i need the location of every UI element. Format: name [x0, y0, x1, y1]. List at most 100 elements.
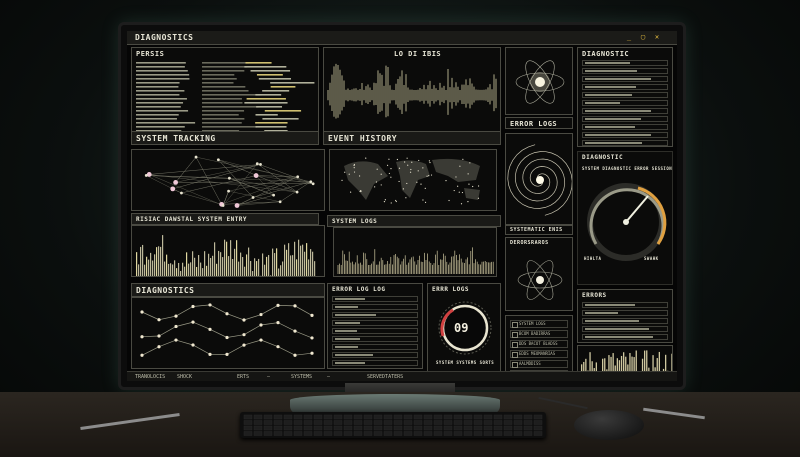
- error-log-row[interactable]: [332, 328, 418, 334]
- status-row[interactable]: AALMDDISS: [510, 360, 568, 368]
- error-log-row[interactable]: [332, 312, 418, 318]
- error-logs-top-title: ERROR LOGS: [510, 120, 558, 128]
- mouse[interactable]: [574, 410, 644, 440]
- error-log-row[interactable]: [332, 336, 418, 342]
- close-button[interactable]: ✕: [653, 33, 661, 41]
- log-line: [136, 114, 179, 116]
- keyboard-key: [303, 425, 313, 431]
- keyboard-key: [253, 431, 263, 436]
- network-node: [311, 182, 315, 186]
- system-tracking-header: SYSTEM TRACKING: [131, 131, 319, 145]
- map-dot: [405, 197, 407, 199]
- diagnostic-bar: [178, 262, 180, 276]
- keyboard-key: [493, 420, 503, 425]
- keyboard-key: [323, 431, 333, 436]
- map-dot: [457, 185, 459, 187]
- keyboard-key: [523, 420, 533, 425]
- error-row[interactable]: [582, 310, 668, 316]
- minimize-button[interactable]: _: [625, 33, 633, 41]
- keyboard-key: [273, 431, 283, 436]
- diagnostic-row[interactable]: [582, 68, 668, 74]
- diagnostic-point: [225, 335, 229, 340]
- keyboard-key: [333, 431, 343, 436]
- taskbar-item-1[interactable]: TRANOLOCIS: [135, 374, 165, 380]
- diagnostic-bar: [220, 252, 222, 276]
- error-log-row[interactable]: [332, 304, 418, 310]
- diagnostic-point: [174, 314, 178, 318]
- diagnostic-point: [174, 338, 178, 342]
- map-dot: [461, 191, 464, 194]
- diagnostic-row[interactable]: [582, 124, 668, 130]
- taskbar-item-6[interactable]: —: [327, 374, 330, 380]
- keyboard-key: [313, 420, 323, 425]
- diagnostic-bar: [294, 241, 296, 276]
- status-checkbox[interactable]: [512, 352, 518, 358]
- error-row[interactable]: [582, 318, 668, 324]
- diagnostic-row[interactable]: [582, 116, 668, 122]
- keyboard-key: [343, 414, 353, 420]
- diagnostic-row[interactable]: [582, 100, 668, 106]
- diagnostic-bar: [214, 242, 216, 276]
- diagnostic-row[interactable]: [582, 108, 668, 114]
- spiral-caption: SYSTEMATIC ENIS: [510, 227, 563, 233]
- error-row[interactable]: [582, 334, 668, 340]
- keyboard[interactable]: [240, 412, 546, 438]
- diagnostic-row[interactable]: [582, 92, 668, 98]
- error-row[interactable]: [582, 302, 668, 308]
- diagnostic-point: [242, 343, 246, 347]
- diagnostic-bar: [166, 254, 168, 276]
- network-node: [170, 186, 176, 192]
- maximize-button[interactable]: ▢: [639, 33, 647, 41]
- keyboard-key: [503, 431, 513, 436]
- taskbar-item-2[interactable]: SHOCK: [177, 374, 192, 380]
- keyboard-key: [503, 425, 513, 431]
- diagnostic-row[interactable]: [582, 84, 668, 90]
- network-link: [175, 182, 314, 184]
- keyboard-key: [483, 431, 493, 436]
- taskbar-item-3[interactable]: ERTS: [237, 374, 249, 380]
- diagnostic-bar: [174, 260, 176, 276]
- diagnostic-row[interactable]: [582, 60, 668, 66]
- status-row[interactable]: SYSTEM LOGS: [510, 320, 568, 328]
- status-checkbox[interactable]: [512, 322, 518, 328]
- diagnostic-point: [140, 353, 144, 357]
- taskbar-item-5[interactable]: SYSTEMS: [291, 374, 312, 380]
- status-checkbox[interactable]: [512, 332, 518, 338]
- error-log-row[interactable]: [332, 296, 418, 302]
- status-row[interactable]: DDS BACOT BLADSS: [510, 340, 568, 348]
- keyboard-key: [353, 414, 363, 420]
- log-line: [136, 118, 177, 120]
- diagnostic-row[interactable]: [582, 132, 668, 138]
- atom-graphic: [515, 60, 565, 104]
- keyboard-key: [433, 414, 443, 420]
- diagnostic-row[interactable]: [582, 76, 668, 82]
- diagnostic-row[interactable]: [582, 140, 668, 146]
- atom-graphic-2: [517, 260, 563, 300]
- keyboard-key: [283, 425, 293, 431]
- keyboard-key: [433, 425, 443, 431]
- error-log-row[interactable]: [332, 344, 418, 350]
- status-row[interactable]: EDDS MEOMANRIAS: [510, 350, 568, 358]
- map-dot: [410, 168, 412, 171]
- error-log-row[interactable]: [332, 352, 418, 358]
- diagnostic-bar: [140, 246, 142, 276]
- status-checkbox[interactable]: [512, 362, 518, 368]
- diagnostic-bar: [164, 261, 166, 276]
- status-checkbox[interactable]: [512, 342, 518, 348]
- error-log-row[interactable]: [332, 360, 418, 366]
- status-row[interactable]: BCOM BADIRRAS: [510, 330, 568, 338]
- error-log-row[interactable]: [332, 320, 418, 326]
- log-line: [136, 74, 190, 76]
- error-row[interactable]: [582, 326, 668, 332]
- log-line: [262, 90, 290, 92]
- keyboard-key: [263, 431, 273, 436]
- keyboard-key: [243, 414, 253, 420]
- world-map: [341, 157, 480, 205]
- keyboard-key: [473, 431, 483, 436]
- taskbar-item-7[interactable]: SERVEDTATERS: [367, 374, 403, 380]
- taskbar-item-4[interactable]: —: [267, 374, 270, 380]
- keyboard-key: [523, 431, 533, 436]
- system-logs-wave: [337, 247, 494, 274]
- map-dot: [406, 182, 408, 185]
- diagnostic-bar: [184, 266, 186, 276]
